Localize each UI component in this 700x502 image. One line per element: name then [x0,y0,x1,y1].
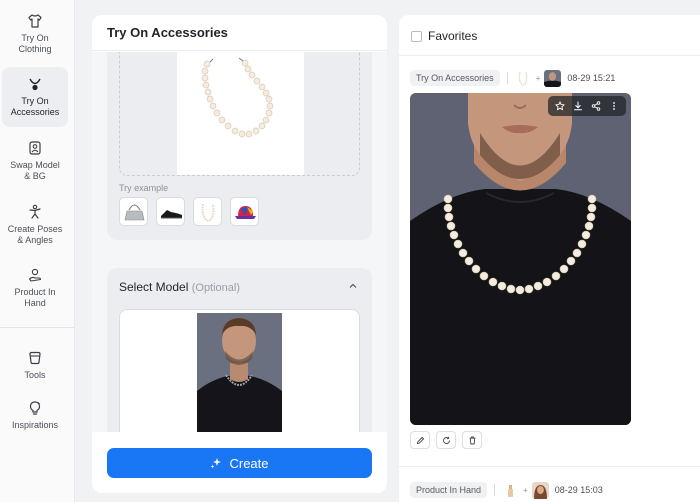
shirt-icon [28,14,42,28]
accessory-thumbnail[interactable] [514,69,532,87]
create-button[interactable]: Create [107,448,372,478]
separator [506,72,508,84]
accessory-upload-zone[interactable] [119,52,360,176]
select-model-card: Select Model (Optional) [107,268,372,432]
result-timestamp: 08-29 15:21 [567,73,616,83]
model-thumbnail[interactable] [544,69,562,87]
sidebar: Try On Clothing Try On Accessories Swap … [0,0,75,502]
panel-title: Try On Accessories [107,25,228,40]
sidebar-item-try-on-accessories[interactable]: Try On Accessories [2,67,68,127]
sidebar-item-label: Try On Clothing [18,33,52,54]
more-icon[interactable] [609,101,619,111]
pencil-icon [416,436,424,444]
result-type-tag: Product In Hand [410,482,488,498]
plus-icon: + [535,73,541,83]
chevron-up-icon[interactable] [348,281,358,291]
trash-icon [469,436,475,444]
sidebar-item-label: Swap Model & BG [10,160,60,181]
sidebar-item-create-poses[interactable]: Create Poses & Angles [2,195,68,255]
favorites-label: Favorites [428,29,478,43]
swap-icon [29,141,41,155]
edit-button[interactable] [410,431,430,449]
star-icon[interactable] [555,101,565,111]
try-example-label: Try example [119,183,169,193]
example-shoe[interactable] [156,197,185,226]
separator [494,484,496,496]
delete-button[interactable] [462,431,482,449]
product-thumbnail[interactable] [502,481,520,499]
refresh-icon [442,436,450,444]
optional-label: (Optional) [191,282,241,294]
sidebar-item-inspirations[interactable]: Inspirations [2,385,68,445]
pose-icon [29,204,41,219]
panel-header: Try On Accessories [92,15,387,51]
select-model-title[interactable]: Select Model (Optional) [119,280,240,294]
accessories-panel: Try On Accessories Try example Select Mo… [92,15,387,493]
accessory-upload-card: Try example [107,52,372,240]
accessory-preview-image [177,52,304,175]
result-timestamp: 08-29 15:03 [554,485,603,495]
sidebar-item-try-on-clothing[interactable]: Try On Clothing [2,4,68,64]
bulb-icon [29,400,41,415]
regenerate-button[interactable] [436,431,456,449]
sidebar-item-label: Tools [24,369,46,380]
example-hat[interactable] [230,197,259,226]
divider [399,466,700,467]
sparkle-icon [210,458,222,469]
result-entry-header: Product In Hand + 08-29 15:03 [410,481,603,499]
favorites-checkbox[interactable] [411,30,422,42]
sidebar-item-swap-model[interactable]: Swap Model & BG [2,131,68,191]
result-actions [410,431,488,449]
result-entry-header: Try On Accessories + 08-29 15:21 [410,69,615,87]
model-preview-image [197,313,282,432]
plus-icon: + [523,485,528,495]
panel-scroll-area[interactable]: Try example Select Model (Optional) [92,52,387,432]
sidebar-item-label: Try On Accessories [10,96,60,117]
example-bag[interactable] [119,197,148,226]
download-icon[interactable] [573,101,583,111]
create-button-label: Create [229,455,269,471]
image-toolbar [548,96,626,116]
sidebar-divider [0,327,74,328]
model-thumbnail[interactable] [531,481,549,499]
share-icon[interactable] [591,101,601,111]
necklace-icon [29,78,41,91]
result-type-tag: Try On Accessories [410,70,500,86]
sidebar-item-label: Product In Hand [14,287,56,308]
model-preview-box[interactable] [119,309,360,432]
result-image[interactable] [410,93,631,425]
divider [399,55,700,56]
tools-icon [29,351,41,364]
hand-icon [28,268,42,282]
sidebar-item-label: Inspirations [11,419,59,430]
example-necklace[interactable] [193,197,222,226]
sidebar-item-label: Create Poses & Angles [7,224,63,245]
results-panel: Favorites Try On Accessories + 08-29 15:… [399,15,700,502]
sidebar-item-product-in-hand[interactable]: Product In Hand [2,258,68,318]
select-model-label: Select Model [119,280,189,294]
favorites-filter[interactable]: Favorites [411,29,477,43]
